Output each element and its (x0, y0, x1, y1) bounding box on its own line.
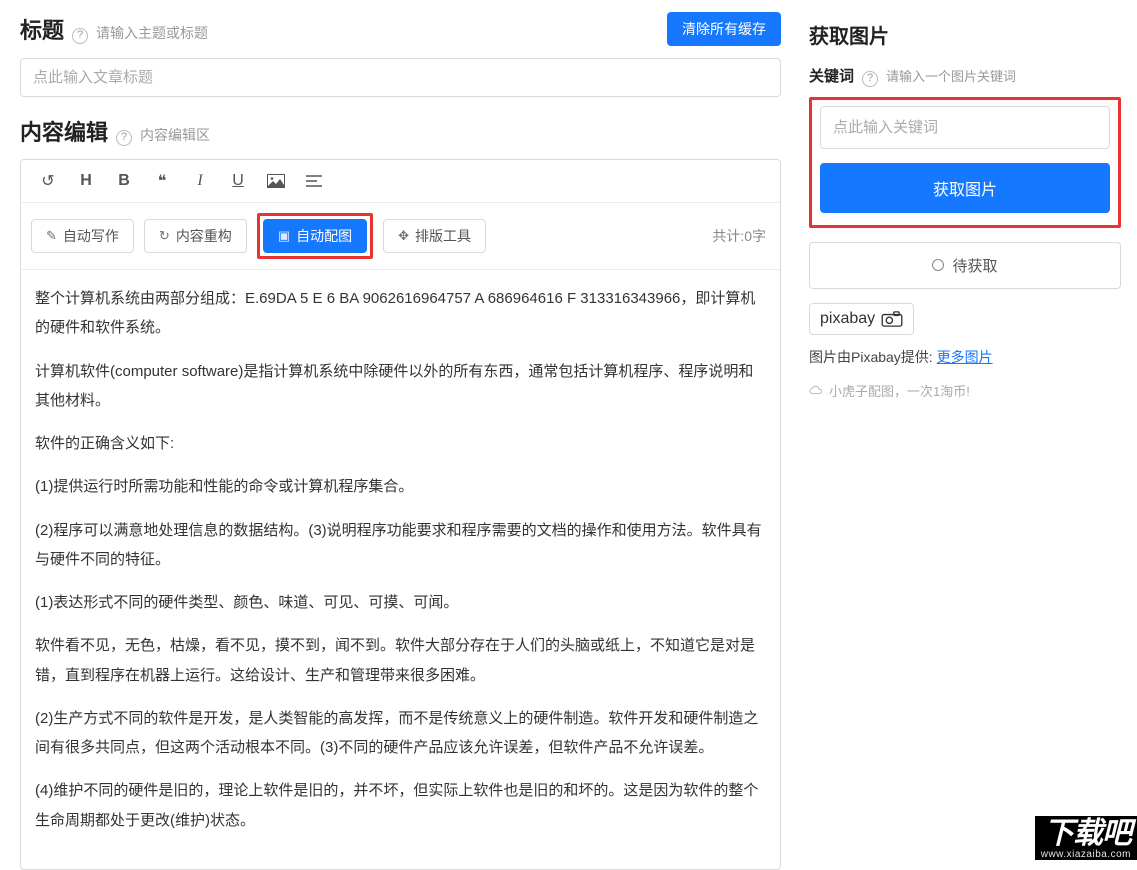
paragraph: (1)表达形式不同的硬件类型、颜色、味道、可见、可摸、可闻。 (35, 588, 766, 617)
restructure-button[interactable]: ↻ 内容重构 (144, 219, 247, 253)
pixabay-badge: pixabay (809, 303, 914, 335)
watermark-big: 下载吧 (1041, 818, 1131, 850)
get-image-header: 获取图片 (809, 20, 1121, 49)
get-image-heading: 获取图片 (809, 20, 889, 49)
paragraph: (4)维护不同的硬件是旧的，理论上软件是旧的，并不坏，但实际上软件也是旧的和坏的… (35, 776, 766, 835)
tagline: 小虎子配图，一次1淘币! (809, 381, 1121, 400)
paragraph: 计算机软件(computer software)是指计算机系统中除硬件以外的所有… (35, 357, 766, 416)
help-icon: ? (116, 130, 132, 146)
heading-icon[interactable]: H (69, 166, 103, 196)
clear-cache-button[interactable]: 清除所有缓存 (667, 12, 781, 46)
paragraph: 软件的正确含义如下: (35, 429, 766, 458)
paragraph: (2)程序可以满意地处理信息的数据结构。(3)说明程序功能要求和程序需要的文档的… (35, 516, 766, 575)
help-icon: ? (72, 28, 88, 44)
picture-icon: ▣ (278, 228, 290, 244)
title-heading: 标题 (20, 13, 64, 45)
help-icon: ? (862, 71, 878, 87)
restructure-label: 内容重构 (176, 226, 232, 246)
article-title-input[interactable] (20, 58, 781, 97)
word-count: 共计:0字 (712, 226, 770, 246)
circle-icon (932, 259, 944, 271)
paragraph: (1)提供运行时所需功能和性能的命令或计算机程序集合。 (35, 472, 766, 501)
highlight-frame: 获取图片 (809, 97, 1121, 228)
clear-cache-label: 清除所有缓存 (682, 19, 766, 39)
keyword-input[interactable] (820, 106, 1110, 149)
pencil-icon: ✎ (46, 228, 57, 244)
title-help-text: 请输入主题或标题 (96, 23, 208, 43)
auto-write-label: 自动写作 (63, 226, 119, 246)
align-icon[interactable] (297, 166, 331, 196)
main-column: 标题 ? 请输入主题或标题 清除所有缓存 内容编辑 ? 内容编辑区 ↺ H B … (0, 0, 797, 860)
content-body[interactable]: 整个计算机系统由两部分组成：E.69DA 5 E 6 BA 9062616964… (21, 270, 780, 869)
content-help-text: 内容编辑区 (140, 125, 210, 145)
underline-icon[interactable]: U (221, 166, 255, 196)
get-image-button[interactable]: 获取图片 (820, 163, 1110, 213)
refresh-icon: ↻ (159, 228, 170, 244)
formatting-toolbar: ↺ H B ❝ I U (21, 160, 780, 203)
camera-icon (881, 311, 903, 327)
title-header: 标题 ? 请输入主题或标题 清除所有缓存 (20, 12, 781, 46)
auto-write-button[interactable]: ✎ 自动写作 (31, 219, 134, 253)
highlight-frame: ▣ 自动配图 (257, 213, 373, 259)
auto-image-button[interactable]: ▣ 自动配图 (263, 219, 367, 253)
auto-image-label: 自动配图 (296, 226, 352, 246)
provider-text: 图片由Pixabay提供: (809, 349, 933, 365)
layout-tool-label: 排版工具 (415, 226, 471, 246)
content-header: 内容编辑 ? 内容编辑区 (20, 115, 781, 147)
quote-icon[interactable]: ❝ (145, 166, 179, 196)
sidebar: 获取图片 关键词 ? 请输入一个图片关键词 获取图片 待获取 pixabay (797, 0, 1137, 860)
paragraph: 整个计算机系统由两部分组成：E.69DA 5 E 6 BA 9062616964… (35, 284, 766, 343)
pending-label: 待获取 (952, 255, 997, 276)
paragraph: (2)生产方式不同的软件是开发，是人类智能的高发挥，而不是传统意义上的硬件制造。… (35, 704, 766, 763)
italic-icon[interactable]: I (183, 166, 217, 196)
action-toolbar: ✎ 自动写作 ↻ 内容重构 ▣ 自动配图 ✥ 排版工具 (21, 203, 780, 270)
cloud-icon (809, 385, 823, 395)
tagline-text: 小虎子配图，一次1淘币! (829, 381, 970, 400)
pixabay-text: pixabay (820, 310, 875, 328)
pending-button[interactable]: 待获取 (809, 242, 1121, 289)
keyword-label: 关键词 (809, 65, 854, 86)
undo-icon[interactable]: ↺ (31, 166, 65, 196)
bold-icon[interactable]: B (107, 166, 141, 196)
keyword-label-row: 关键词 ? 请输入一个图片关键词 (809, 65, 1121, 87)
editor: ↺ H B ❝ I U ✎ 自动写作 ↻ (20, 159, 781, 870)
watermark: 下载吧 www.xiazaiba.com (1035, 816, 1137, 861)
layout-tool-button[interactable]: ✥ 排版工具 (383, 219, 486, 253)
get-image-btn-label: 获取图片 (933, 176, 997, 200)
content-heading: 内容编辑 (20, 115, 108, 147)
more-images-link[interactable]: 更多图片 (937, 349, 993, 365)
paragraph: 软件看不见，无色，枯燥，看不见，摸不到，闻不到。软件大部分存在于人们的头脑或纸上… (35, 631, 766, 690)
image-icon[interactable] (259, 166, 293, 196)
provider-line: 图片由Pixabay提供: 更多图片 (809, 347, 1121, 367)
keyword-help: 请输入一个图片关键词 (886, 66, 1016, 85)
watermark-small: www.xiazaiba.com (1041, 849, 1131, 860)
tool-icon: ✥ (398, 228, 409, 244)
